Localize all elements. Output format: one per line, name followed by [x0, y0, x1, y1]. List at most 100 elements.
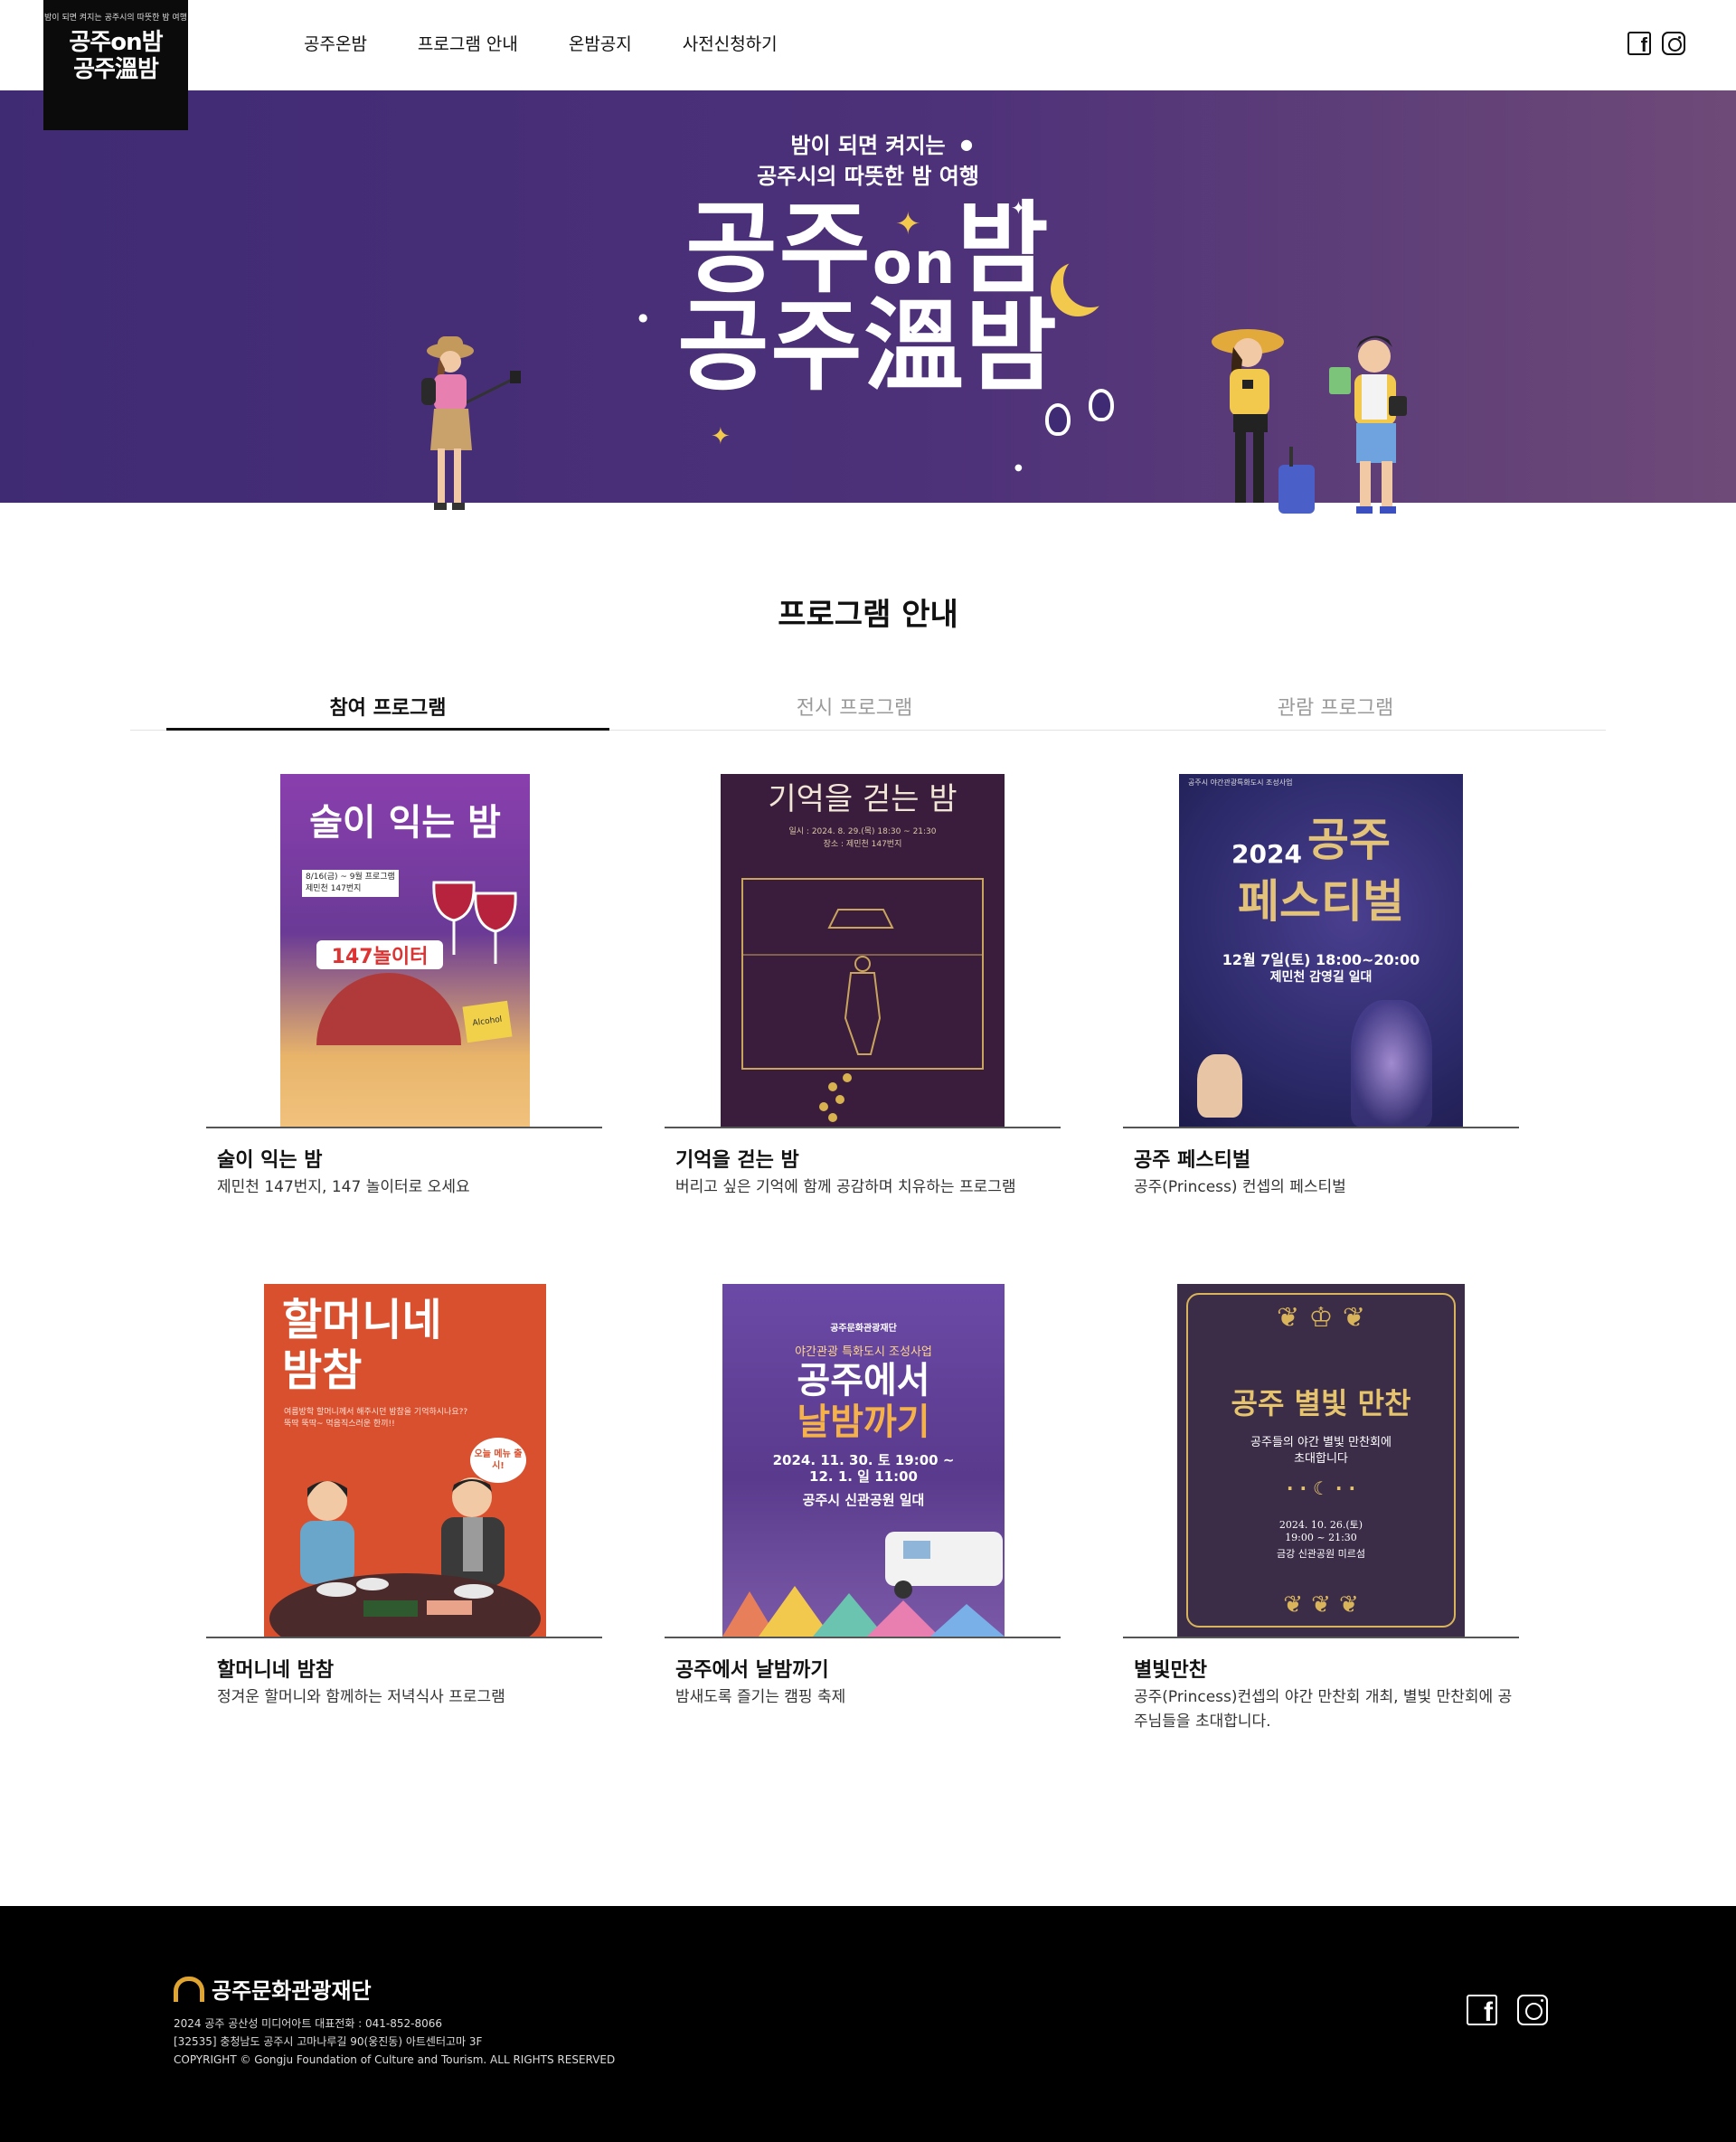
program-description: 공주(Princess) 컨셉의 페스티벌	[1134, 1178, 1346, 1196]
program-tabs: 참여 프로그램 전시 프로그램 관람 프로그램	[130, 691, 1606, 731]
poster-banner: 147놀이터	[316, 940, 443, 969]
site-header: 밤이 되면 켜지는 공주시의 따뜻한 밤 여행 공주on밤 공주溫밤 공주온밤 …	[0, 0, 1736, 130]
poster-gongju-festival: 공주시 야간관광특화도시 조성사업 2024 공주 페스티벌 12월 7일(토)…	[1179, 774, 1463, 1127]
dining-people-illustration	[269, 1477, 541, 1637]
dot-icon: ●	[960, 136, 973, 153]
hero-subtitle-line1: 밤이 되면 켜지는	[790, 133, 946, 158]
card-divider	[665, 1637, 1061, 1638]
tourist-couple-illustration	[1212, 329, 1407, 514]
poster-byeolbit-manchan: ❦ ♔ ❦ 공주 별빛 만찬 공주들의 야간 별빛 만찬회에 초대합니다 · ·…	[1177, 1284, 1465, 1637]
hero-banner: 밤이 되면 켜지는 공주시의 따뜻한 밤 여행 공주on밤 공주溫밤 ✦ ✦ ✦…	[0, 90, 1736, 514]
nav-pre-registration[interactable]: 사전신청하기	[683, 31, 778, 58]
nav-notice[interactable]: 온밤공지	[569, 31, 632, 58]
princess-silhouette-illustration	[1351, 1000, 1432, 1127]
poster-info-line1: 8/16(금) ~ 9월 프로그램	[306, 873, 395, 882]
poster-headline2: 밤참	[282, 1345, 363, 1396]
facebook-icon[interactable]	[1467, 1995, 1497, 2028]
poster-tag: Alcohol	[462, 1000, 513, 1043]
poster-date2: 12. 1. 일 11:00	[809, 1468, 918, 1485]
instagram-icon[interactable]	[1517, 1995, 1548, 2025]
foundation-logo-icon	[174, 1976, 204, 2002]
poster-date: 12월 7일(토) 18:00~20:00	[1222, 951, 1420, 968]
card-divider	[1123, 1637, 1519, 1638]
poster-top-text: 공주시 야간관광특화도시 조성사업	[1188, 778, 1293, 787]
poster-headline1: 공주에서	[797, 1360, 930, 1401]
header-social	[1628, 32, 1685, 57]
hero-title-line2: 공주溫밤	[677, 288, 1059, 404]
poster-headline: 기억을 걷는 밤	[768, 781, 958, 817]
walking-figure-illustration	[741, 878, 984, 1122]
main-nav: 공주온밤 프로그램 안내 온밤공지 사전신청하기	[304, 31, 828, 58]
program-poster[interactable]: 할머니네 밤참 여름방학 할머니께서 해주시던 밤참을 기억하시나요?? 뚝딱 …	[206, 1284, 602, 1638]
tab-participation[interactable]: 참여 프로그램	[166, 691, 609, 731]
footer-copyright: COPYRIGHT © Gongju Foundation of Culture…	[174, 2053, 616, 2066]
poster-headline: 술이 익는 밤	[309, 802, 501, 844]
tab-exhibition[interactable]: 전시 프로그램	[633, 691, 1076, 731]
site-logo[interactable]: 밤이 되면 켜지는 공주시의 따뜻한 밤 여행 공주on밤 공주溫밤	[43, 0, 188, 130]
lightbulb-icon	[1045, 403, 1071, 436]
poster-date: 2024. 10. 26.(토)	[1278, 1519, 1363, 1531]
stage-illustration	[316, 973, 461, 1045]
footer-contact: 2024 공주 공산성 미디어아트 대표전화 : 041-852-8066	[174, 2017, 443, 2030]
program-title[interactable]: 별빛만찬	[1134, 1656, 1207, 1685]
program-poster[interactable]: 술이 익는 밤 8/16(금) ~ 9월 프로그램 제민천 147번지 147놀…	[206, 774, 602, 1128]
section-title: 프로그램 안내	[778, 597, 958, 633]
poster-date: 일시 : 2024. 8. 29.(목) 18:30 ~ 21:30	[788, 827, 937, 836]
program-title[interactable]: 기억을 걷는 밤	[675, 1146, 799, 1175]
dot-icon: ●	[638, 311, 648, 324]
poster-sub-line2: 뚝딱 뚝딱~ 먹음직스러운 한끼!!	[284, 1420, 395, 1429]
poster-place: 공주시 신관공원 일대	[802, 1492, 925, 1508]
poster-sul-ui-neun-bam: 술이 익는 밤 8/16(금) ~ 9월 프로그램 제민천 147번지 147놀…	[280, 774, 530, 1127]
site-footer: 공주문화관광재단 2024 공주 공산성 미디어아트 대표전화 : 041-85…	[0, 1906, 1736, 2142]
card-divider	[1123, 1127, 1519, 1128]
lightbulb-icon	[1089, 389, 1114, 421]
dot-icon: ●	[1014, 463, 1023, 473]
moon-ornament-icon: · · ☾ · ·	[1286, 1477, 1356, 1499]
program-poster[interactable]: 기억을 걷는 밤 일시 : 2024. 8. 29.(목) 18:30 ~ 21…	[665, 774, 1061, 1128]
camping-illustration	[722, 1532, 1005, 1637]
program-title[interactable]: 술이 익는 밤	[217, 1146, 323, 1175]
wine-glass-icon	[432, 881, 517, 964]
poster-sub: 여름방학 할머니께서 해주시던 밤참을 기억하시나요?? 뚝딱 뚝딱~ 먹음직스…	[284, 1407, 467, 1430]
tab-viewing[interactable]: 관람 프로그램	[1114, 691, 1557, 731]
program-poster[interactable]: ❦ ♔ ❦ 공주 별빛 만찬 공주들의 야간 별빛 만찬회에 초대합니다 · ·…	[1123, 1284, 1519, 1638]
poster-halmeoni-bamcham: 할머니네 밤참 여름방학 할머니께서 해주시던 밤참을 기억하시나요?? 뚝딱 …	[264, 1284, 546, 1637]
poster-headline2: 날밤까기	[797, 1401, 930, 1443]
poster-headline1: 할머니네	[282, 1295, 442, 1345]
footer-logo[interactable]: 공주문화관광재단	[174, 1973, 372, 2005]
card-divider	[206, 1127, 602, 1128]
poster-info-line2: 제민천 147번지	[306, 884, 362, 893]
star-icon: ✦	[1011, 197, 1026, 219]
logo-line1: 공주on밤	[69, 29, 163, 56]
program-description: 정겨운 할머니와 함께하는 저녁식사 프로그램	[217, 1688, 505, 1706]
ornament-bottom-icon: ❦ ❦ ❦	[1283, 1591, 1359, 1618]
star-icon: ✦	[895, 206, 921, 242]
crown-ornament-icon: ❦ ♔ ❦	[1276, 1302, 1366, 1334]
star-icon: ✦	[711, 423, 731, 450]
nav-gongju-onbam[interactable]: 공주온밤	[304, 31, 367, 58]
program-title[interactable]: 할머니네 밤참	[217, 1656, 334, 1685]
footer-info: 2024 공주 공산성 미디어아트 대표전화 : 041-852-8066 [3…	[174, 2015, 615, 2069]
nav-program-guide[interactable]: 프로그램 안내	[418, 31, 518, 58]
program-poster[interactable]: 공주문화관광재단 야간관광 특화도시 조성사업 공주에서 날밤까기 2024. …	[665, 1284, 1061, 1638]
card-divider	[206, 1637, 602, 1638]
poster-info: 8/16(금) ~ 9월 프로그램 제민천 147번지	[302, 870, 399, 897]
hero-subtitle-line2: 공주시의 따뜻한 밤 여행	[757, 164, 979, 189]
instagram-icon[interactable]	[1662, 32, 1685, 55]
facebook-icon[interactable]	[1628, 32, 1651, 57]
poster-sub1: 공주들의 야간 별빛 만찬회에	[1250, 1436, 1392, 1449]
poster-sub-line1: 여름방학 할머니께서 해주시던 밤참을 기억하시나요??	[284, 1408, 468, 1417]
logo-tagline: 밤이 되면 켜지는 공주시의 따뜻한 밤 여행	[44, 14, 187, 23]
poster-time: 19:00 ~ 21:30	[1285, 1532, 1357, 1543]
hero-subtitle: 밤이 되면 켜지는 공주시의 따뜻한 밤 여행	[0, 130, 1736, 192]
footer-org-name: 공주문화관광재단	[212, 1978, 372, 2004]
poster-year: 2024	[1231, 839, 1302, 869]
program-title[interactable]: 공주 페스티벌	[1134, 1146, 1250, 1175]
logo-line2: 공주溫밤	[73, 56, 159, 83]
program-title[interactable]: 공주에서 날밤까기	[675, 1656, 829, 1685]
poster-giyeok-eul-geotneun-bam: 기억을 걷는 밤 일시 : 2024. 8. 29.(목) 18:30 ~ 21…	[721, 774, 1005, 1127]
program-poster[interactable]: 공주시 야간관광특화도시 조성사업 2024 공주 페스티벌 12월 7일(토)…	[1123, 774, 1519, 1128]
poster-foundation: 공주문화관광재단	[830, 1324, 897, 1334]
poster-place: 장소 : 제민천 147번지	[823, 840, 902, 849]
program-description: 밤새도록 즐기는 캠핑 축제	[675, 1688, 846, 1706]
